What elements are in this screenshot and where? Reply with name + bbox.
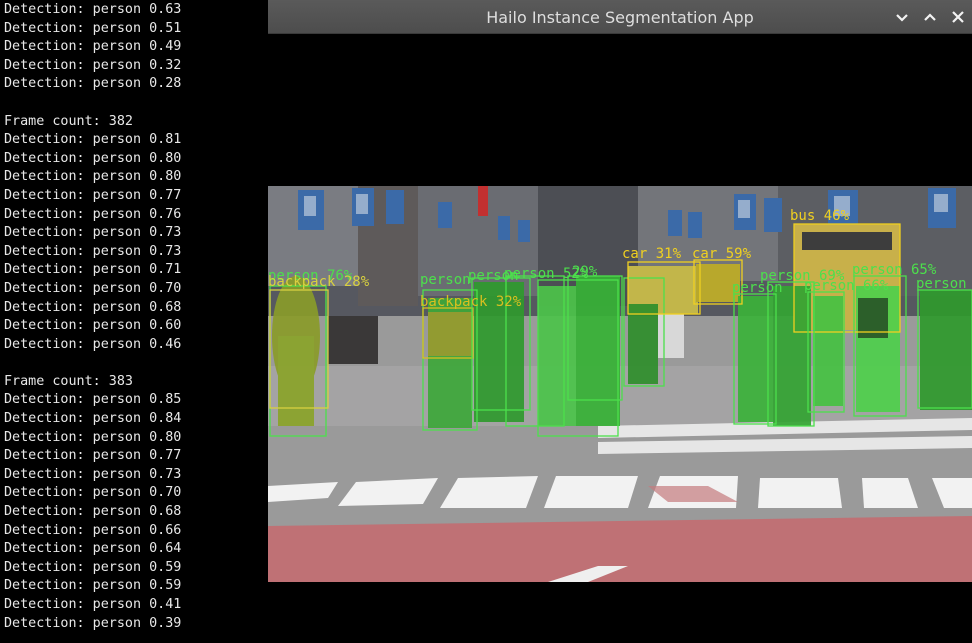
video-frame: person 76% backpack 28% person person pe… (268, 186, 972, 582)
label-backpack-left: backpack 28% (268, 274, 370, 290)
segmentation-view: person 76% backpack 28% person person pe… (268, 186, 972, 582)
terminal-line: Detection: person 0.49 (4, 39, 182, 55)
title-bar[interactable]: Hailo Instance Segmentation App (268, 0, 972, 34)
terminal-line: Detection: person 0.68 (4, 504, 182, 520)
terminal-output: Detection: person 0.63 Detection: person … (4, 1, 181, 633)
terminal-line: Frame count: 382 (4, 113, 133, 129)
terminal-line: Detection: person 0.85 (4, 392, 182, 408)
terminal-line: Detection: person 0.32 (4, 57, 182, 73)
terminal-line: Detection: person 0.80 (4, 169, 182, 185)
terminal-line: Detection: person 0.70 (4, 485, 182, 501)
chevron-down-icon (896, 14, 908, 22)
maximize-button[interactable] (920, 7, 940, 27)
label-backpack-mid: backpack 32% (420, 294, 522, 310)
terminal-line: Detection: person 0.77 (4, 448, 182, 464)
label-person-i: person (916, 276, 967, 292)
terminal-line: Detection: person 0.64 (4, 541, 182, 557)
terminal-line: Detection: person 0.76 (4, 206, 182, 222)
terminal-line: Detection: person 0.70 (4, 280, 182, 296)
label-person-d: 29% (572, 264, 598, 280)
terminal-line: Detection: person 0.73 (4, 243, 182, 259)
terminal-line: Detection: person 0.66 (4, 522, 182, 538)
close-icon (952, 11, 964, 23)
terminal-line: Detection: person 0.73 (4, 466, 182, 482)
terminal-line: Detection: person 0.28 (4, 76, 182, 92)
terminal-line: Detection: person 0.39 (4, 615, 182, 631)
label-bus: bus 46% (790, 208, 850, 224)
backpack-mask (428, 312, 472, 356)
label-car-1: car 31% (622, 246, 682, 262)
label-person-f: person 66% (804, 278, 889, 294)
terminal-line: Detection: person 0.80 (4, 429, 182, 445)
window-title: Hailo Instance Segmentation App (486, 8, 754, 27)
app-window[interactable]: Hailo Instance Segmentation App person 7… (268, 0, 972, 643)
terminal-line: Detection: person 0.41 (4, 597, 182, 612)
minimize-button[interactable] (892, 7, 912, 27)
label-car-2: car 59% (692, 246, 752, 262)
terminal-line: Detection: person 0.59 (4, 559, 182, 575)
terminal-line: Detection: person 0.77 (4, 187, 182, 203)
bus-window (802, 232, 892, 250)
red-sign (478, 186, 488, 216)
terminal-line: Detection: person 0.68 (4, 299, 182, 315)
terminal-line: Detection: person 0.73 (4, 225, 182, 241)
terminal-line: Detection: person 0.63 (4, 2, 182, 17)
terminal-window[interactable]: Detection: person 0.63 Detection: person … (0, 0, 268, 643)
close-button[interactable] (948, 7, 968, 27)
terminal-line: Detection: person 0.60 (4, 318, 182, 334)
terminal-line: Detection: person 0.46 (4, 336, 182, 352)
terminal-line: Detection: person 0.59 (4, 578, 182, 594)
chevron-up-icon (924, 13, 936, 21)
white-car (658, 314, 684, 358)
terminal-line: Detection: person 0.80 (4, 150, 182, 166)
terminal-line: Detection: person 0.81 (4, 132, 182, 148)
parked-car (328, 316, 378, 364)
terminal-line: Detection: person 0.71 (4, 262, 182, 278)
terminal-line: Detection: person 0.84 (4, 411, 182, 427)
terminal-line: Detection: person 0.51 (4, 20, 182, 36)
red-pavement (268, 516, 972, 582)
terminal-line: Frame count: 383 (4, 373, 133, 389)
label-person-a: person (420, 272, 471, 288)
